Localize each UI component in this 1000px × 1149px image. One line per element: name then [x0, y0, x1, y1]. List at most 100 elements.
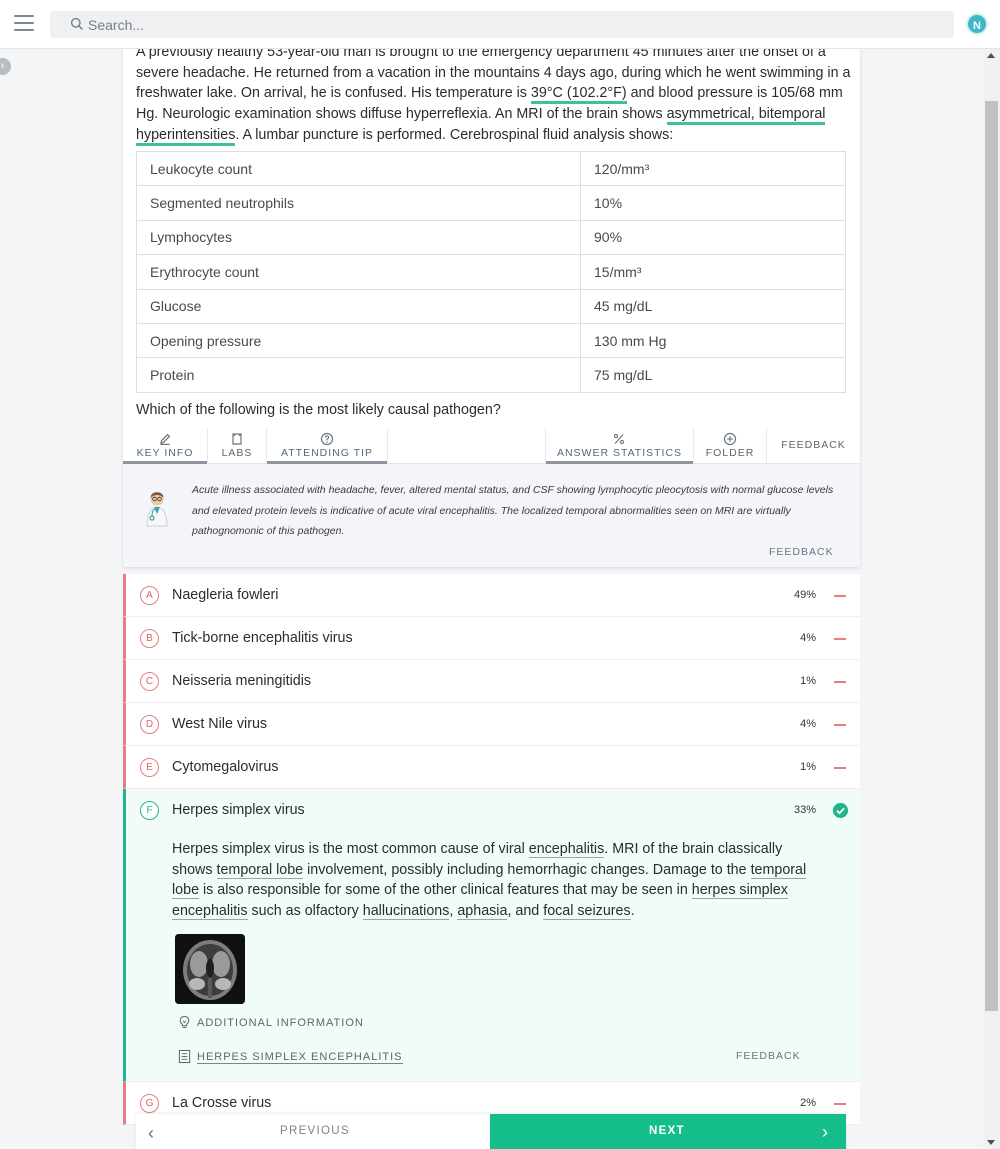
tab-labs[interactable]: LABS: [208, 428, 266, 464]
strike-out-icon[interactable]: [834, 638, 846, 640]
sidebar-expand-icon[interactable]: ›: [0, 58, 11, 75]
explanation-text: , and: [507, 903, 544, 920]
lab-value: 10%: [580, 185, 846, 221]
answer-percentage: 33%: [793, 804, 816, 816]
lab-name: Erythrocyte count: [136, 254, 581, 290]
chevron-right-icon: ›: [822, 1122, 828, 1142]
answer-option-f-correct[interactable]: F Herpes simplex virus 33% Herpes simple…: [123, 789, 860, 1082]
percent-icon: [613, 433, 625, 445]
lab-name: Opening pressure: [136, 322, 581, 359]
answer-letter: C: [140, 672, 159, 691]
tab-key-info[interactable]: KEY INFO: [123, 428, 207, 464]
search-icon: [70, 17, 84, 31]
answer-letter: A: [140, 586, 159, 605]
answer-explanation: Herpes simplex virus is the most common …: [172, 839, 812, 922]
lab-value: 90%: [580, 219, 846, 256]
next-button[interactable]: NEXT ›: [490, 1114, 846, 1149]
link-hallucinations[interactable]: hallucinations: [362, 903, 450, 921]
answer-text: La Crosse virus: [172, 1095, 272, 1111]
chevron-left-icon[interactable]: ‹: [148, 1123, 154, 1144]
lab-name: Protein: [136, 357, 581, 393]
question-prompt: Which of the following is the most likel…: [136, 402, 501, 418]
article-link[interactable]: HERPES SIMPLEX ENCEPHALITIS: [178, 1049, 403, 1064]
answer-text: Naegleria fowleri: [172, 587, 279, 603]
question-toolbar: KEY INFO LABS ATTENDING TIP ANSWER STATI…: [123, 428, 860, 464]
question-card: A previously healthy 53-year-old man is …: [123, 40, 860, 567]
add-circle-icon: [723, 432, 737, 446]
strike-out-icon[interactable]: [834, 681, 846, 683]
strike-out-icon[interactable]: [834, 595, 846, 597]
answer-option-c[interactable]: C Neisseria meningitidis 1%: [123, 660, 860, 703]
tab-feedback[interactable]: FEEDBACK: [767, 428, 860, 464]
link-encephalitis[interactable]: encephalitis: [528, 841, 605, 858]
answer-option-d[interactable]: D West Nile virus 4%: [123, 703, 860, 746]
labs-icon: [232, 433, 242, 445]
explanation-text: Herpes simplex virus is the most common …: [172, 841, 529, 857]
tab-label: LABS: [221, 447, 253, 459]
search-bar[interactable]: [50, 11, 954, 38]
answer-letter: B: [140, 629, 159, 648]
answer-option-b[interactable]: B Tick-borne encephalitis virus 4%: [123, 617, 860, 660]
tab-attending-tip[interactable]: ATTENDING TIP: [267, 428, 387, 464]
lab-name: Lymphocytes: [136, 219, 581, 256]
additional-information-label: ADDITIONAL INFORMATION: [197, 1017, 364, 1029]
answer-letter: E: [140, 758, 159, 777]
answer-percentage: 4%: [800, 632, 816, 644]
explanation-text: involvement, possibly including hemorrha…: [303, 861, 751, 878]
csf-lab-table: Leukocyte count 120/mm³ Segmented neutroph…: [136, 150, 846, 393]
lab-value: 75 mg/dL: [580, 357, 846, 393]
answer-text: Cytomegalovirus: [172, 759, 279, 775]
tab-label: FEEDBACK: [781, 439, 846, 451]
search-input[interactable]: [88, 11, 948, 38]
tab-folder[interactable]: FOLDER: [694, 428, 766, 464]
answer-percentage: 2%: [800, 1097, 816, 1109]
lab-row: Segmented neutrophils 10%: [136, 185, 846, 221]
answer-letter: F: [140, 801, 159, 820]
tab-label: FOLDER: [705, 447, 755, 459]
answer-percentage: 4%: [800, 718, 816, 730]
answer-percentage: 1%: [800, 761, 816, 773]
menu-icon[interactable]: [14, 15, 34, 31]
lab-value: 15/mm³: [580, 254, 846, 290]
link-temporal-lobe[interactable]: temporal lobe: [216, 861, 304, 879]
tab-answer-statistics[interactable]: ANSWER STATISTICS: [546, 428, 693, 464]
tip-feedback-button[interactable]: FEEDBACK: [769, 546, 834, 558]
tab-label: ATTENDING TIP: [281, 447, 373, 459]
lab-row: Erythrocyte count 15/mm³: [136, 254, 846, 290]
answer-option-a[interactable]: A Naegleria fowleri 49%: [123, 574, 860, 617]
answer-letter: D: [140, 715, 159, 734]
tab-label: ANSWER STATISTICS: [556, 447, 683, 459]
scroll-up-icon[interactable]: [987, 53, 995, 58]
tab-label: KEY INFO: [136, 447, 194, 459]
question-stem: A previously healthy 53-year-old man is …: [136, 42, 851, 146]
strike-out-icon[interactable]: [834, 724, 846, 726]
pencil-icon: [160, 433, 171, 445]
additional-information-button[interactable]: ADDITIONAL INFORMATION: [178, 1015, 364, 1030]
link-aphasia[interactable]: aphasia: [457, 903, 508, 921]
attending-tip-panel: Acute illness associated with headache, …: [123, 464, 860, 567]
lab-value: 45 mg/dL: [580, 288, 846, 324]
avatar[interactable]: N: [966, 13, 988, 35]
answer-text: West Nile virus: [172, 716, 268, 732]
answer-option-e[interactable]: E Cytomegalovirus 1%: [123, 746, 860, 789]
strike-out-icon[interactable]: [834, 767, 846, 769]
article-link-label[interactable]: HERPES SIMPLEX ENCEPHALITIS: [197, 1051, 403, 1064]
scroll-down-icon[interactable]: [987, 1140, 995, 1145]
link-focal-seizures[interactable]: focal seizures: [543, 903, 631, 921]
bottom-navigation: ‹ PREVIOUS NEXT ›: [136, 1114, 846, 1149]
answer-text: Neisseria meningitidis: [172, 673, 312, 689]
key-info-temperature[interactable]: 39°C (102.2°F): [530, 85, 627, 105]
answer-percentage: 49%: [793, 589, 816, 601]
previous-button[interactable]: PREVIOUS: [280, 1125, 350, 1137]
check-circle-icon: [833, 803, 848, 818]
attending-tip-text: Acute illness associated with headache, …: [192, 484, 834, 537]
explanation-feedback-button[interactable]: FEEDBACK: [736, 1050, 801, 1062]
article-icon: [178, 1049, 191, 1064]
scrollbar[interactable]: [983, 49, 1000, 1149]
mri-thumbnail[interactable]: [175, 934, 245, 1004]
scroll-thumb[interactable]: [985, 101, 998, 1011]
strike-out-icon[interactable]: [834, 1103, 846, 1105]
answer-percentage: 1%: [800, 675, 816, 687]
answer-text: Herpes simplex virus: [172, 802, 305, 818]
explanation-text: such as olfactory: [247, 903, 363, 920]
